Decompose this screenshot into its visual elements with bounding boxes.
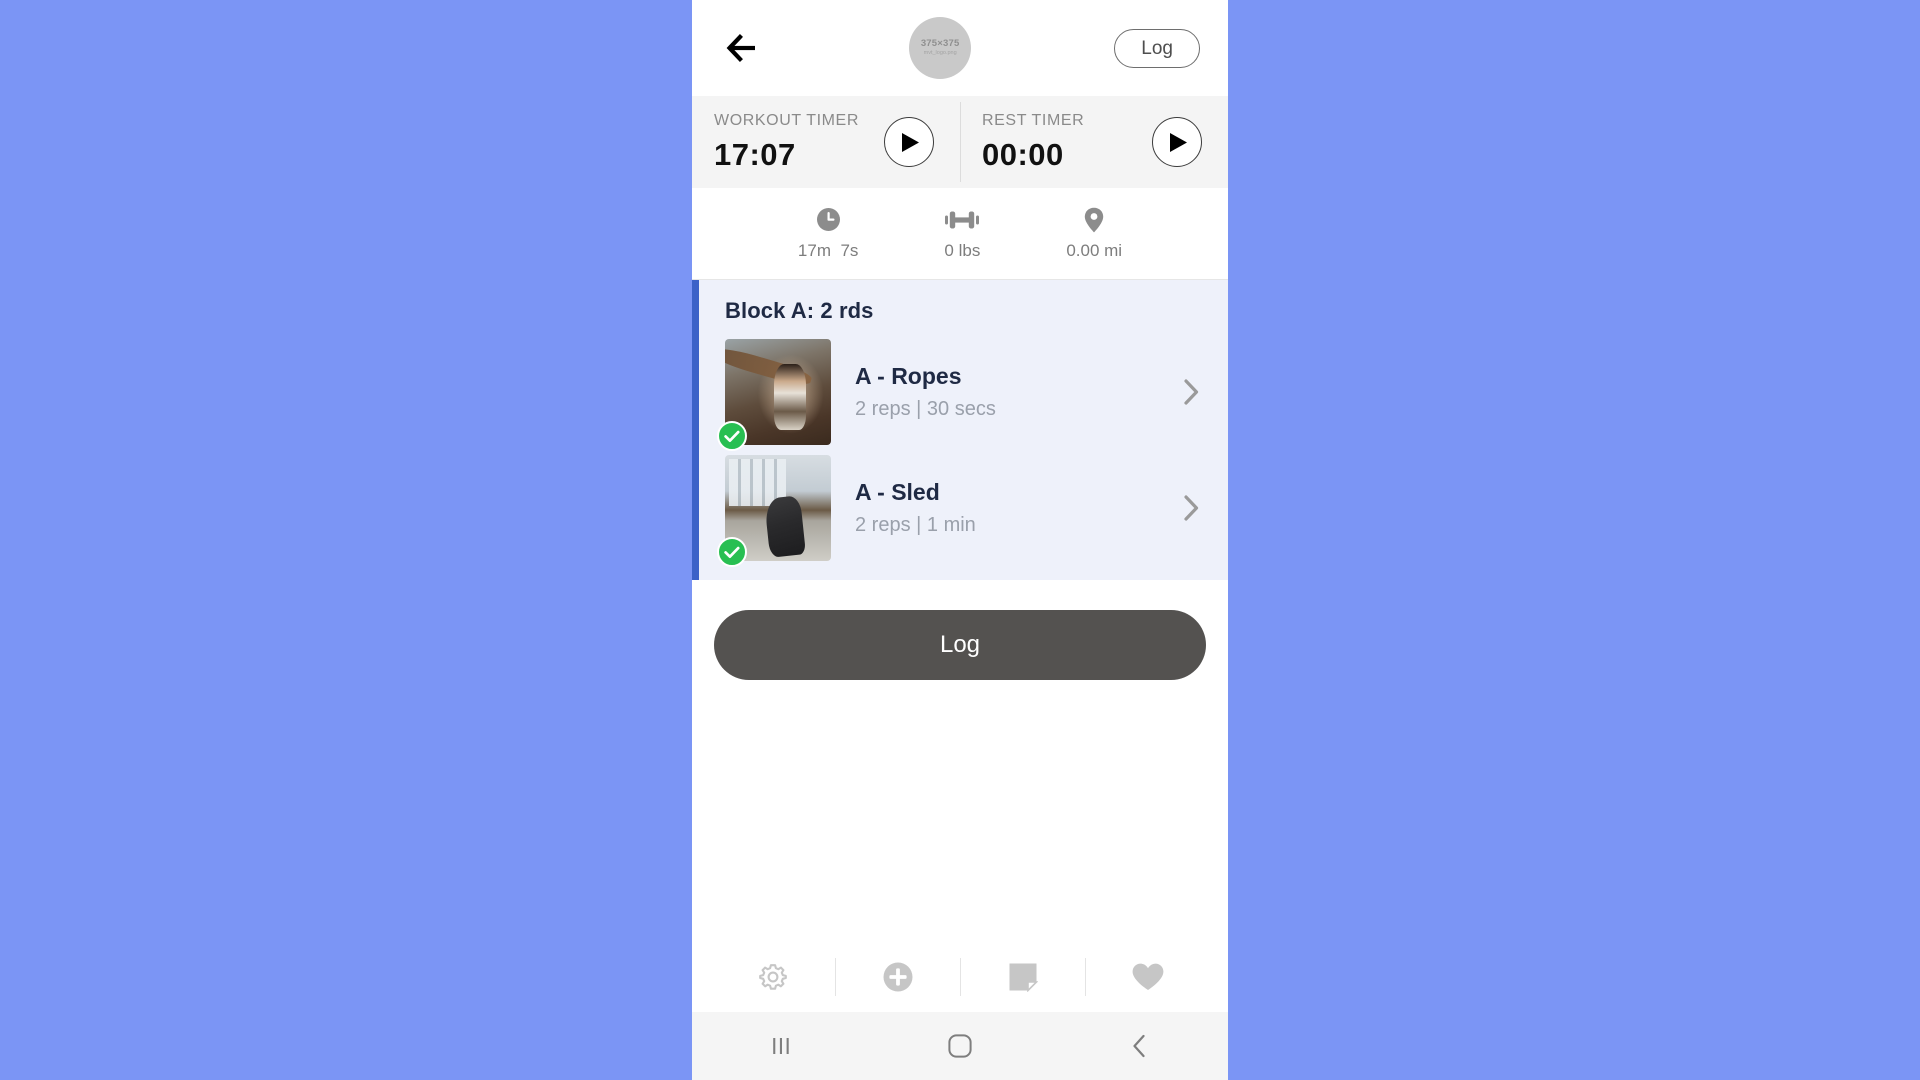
exercise-name: A - Ropes [855,363,962,389]
exercise-thumbnail-wrap [717,455,831,567]
exercise-info: A - Ropes 2 reps | 30 secs [831,363,1176,421]
header-log-button[interactable]: Log [1114,28,1200,68]
stats-row: 17m 7s 0 lbs 0.00 mi [692,188,1228,280]
nav-recents-button[interactable] [692,1035,871,1057]
exercise-thumbnail-wrap [717,339,831,451]
android-nav-bar [692,1012,1228,1080]
app-logo-placeholder: 375×375 mvt_logo.png [909,17,972,79]
stat-duration-value: 17m 7s [797,240,859,260]
stat-weight-value: 0 lbs [944,240,981,260]
dumbbell-icon [945,207,980,233]
workout-timer: WORKOUT TIMER 17:07 [692,96,960,188]
exercise-row[interactable]: A - Ropes 2 reps | 30 secs [699,334,1228,451]
log-button[interactable]: Log [714,610,1206,680]
nav-back-button[interactable] [1049,1033,1228,1059]
logo-dimensions: 375×375 [920,38,960,50]
note-icon [1008,962,1038,992]
stat-duration: 17m 7s [798,207,858,261]
play-icon [898,132,920,153]
recents-icon [770,1035,792,1057]
exercise-meta: 2 reps | 1 min [855,514,976,536]
workout-timer-label: WORKOUT TIMER [714,111,859,129]
toolbar-settings-button[interactable] [710,954,835,1000]
home-icon [947,1033,973,1059]
bottom-toolbar [692,942,1228,1012]
rest-timer-value: 00:00 [982,136,1064,172]
chevron-right-icon[interactable] [1176,494,1206,522]
workout-block-card: Block A: 2 rds A - Ropes 2 reps | 30 sec… [692,280,1228,580]
chevron-right-icon[interactable] [1176,378,1206,406]
stat-weight: 0 lbs [944,207,980,261]
heart-icon [1131,962,1165,992]
primary-action-area: Log [692,580,1228,942]
nav-home-button[interactable] [871,1033,1050,1059]
rest-timer-label: REST TIMER [982,111,1085,129]
gear-icon [756,960,790,994]
exercise-meta: 2 reps | 30 secs [855,398,996,420]
completed-check-icon [717,537,747,567]
completed-check-icon [717,421,747,451]
workout-timer-value: 17:07 [714,136,796,172]
block-title: Block A: 2 rds [725,298,874,323]
rest-timer: REST TIMER 00:00 [960,96,1228,188]
stat-distance: 0.00 mi [1066,207,1122,261]
back-icon [1129,1033,1149,1059]
exercise-row[interactable]: A - Sled 2 reps | 1 min [699,450,1228,567]
toolbar-add-button[interactable] [835,954,960,1000]
play-icon [1166,132,1188,153]
timers-section: WORKOUT TIMER 17:07 REST TIMER 00:00 [692,96,1228,188]
exercise-info: A - Sled 2 reps | 1 min [831,479,1176,537]
exercise-name: A - Sled [855,479,940,505]
clock-icon [816,207,841,233]
app-header: 375×375 mvt_logo.png Log [692,0,1228,96]
back-arrow-icon[interactable] [720,25,766,71]
toolbar-favorite-button[interactable] [1085,954,1210,1000]
location-pin-icon [1084,207,1104,233]
plus-circle-icon [882,961,914,993]
rest-timer-play-button[interactable] [1152,117,1202,167]
toolbar-notes-button[interactable] [960,954,1085,1000]
stat-distance-value: 0.00 mi [1066,240,1123,260]
phone-screen: 375×375 mvt_logo.png Log WORKOUT TIMER 1… [692,0,1228,1080]
logo-filename: mvt_logo.png [923,50,957,57]
workout-timer-play-button[interactable] [884,117,934,167]
